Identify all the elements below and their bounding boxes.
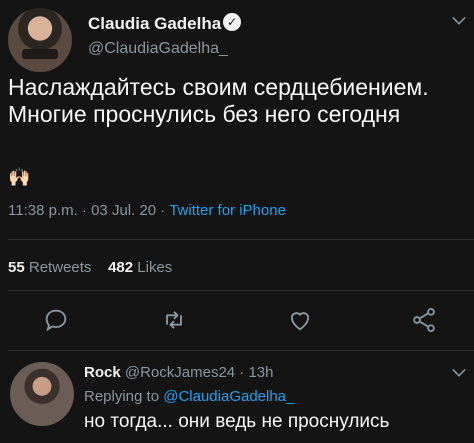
share-button[interactable]: [410, 306, 438, 334]
tweet-timestamp[interactable]: 11:38 p.m. · 03 Jul. 20 ·: [8, 202, 169, 219]
like-icon: [290, 312, 310, 331]
avatar-detail: [22, 49, 58, 59]
retweets-count[interactable]: 55: [8, 259, 25, 276]
divider: [8, 239, 474, 240]
reply-header: Rock @RockJames24 · 13h: [84, 364, 273, 381]
reply-icon: [45, 309, 67, 332]
verified-badge-icon: ✓: [223, 13, 241, 31]
reply-text: но тогда... они ведь не проснулись: [84, 411, 390, 432]
tweet-source-link[interactable]: Twitter for iPhone: [169, 202, 286, 219]
replying-prefix: Replying to: [84, 388, 164, 405]
divider: [8, 350, 474, 351]
author-handle[interactable]: @ClaudiaGadelha_: [88, 40, 228, 58]
chevron-down-icon[interactable]: [452, 11, 466, 25]
retweets-label[interactable]: Retweets: [29, 259, 92, 276]
reply-author-name[interactable]: Rock: [84, 364, 121, 381]
tweet-meta: 11:38 p.m. · 03 Jul. 20 · Twitter for iP…: [8, 202, 286, 219]
author-avatar[interactable]: [8, 8, 72, 72]
reply-author-avatar[interactable]: [10, 362, 74, 426]
raised-hands-emoji: 🙌🏻: [8, 167, 31, 187]
reply-handle-time[interactable]: @RockJames24 · 13h: [125, 364, 274, 381]
reply-button[interactable]: [42, 306, 70, 334]
retweet-button[interactable]: [160, 306, 188, 334]
divider: [8, 290, 474, 291]
chevron-down-icon[interactable]: [452, 363, 466, 377]
like-button[interactable]: [286, 306, 314, 334]
retweet-icon: [166, 311, 182, 329]
likes-count[interactable]: 482: [108, 259, 133, 276]
tweet-stats: 55 Retweets 482 Likes: [8, 259, 172, 276]
author-name[interactable]: Claudia Gadelha: [88, 14, 221, 34]
share-icon: [413, 307, 435, 333]
likes-label[interactable]: Likes: [137, 259, 172, 276]
tweet-text: Наслаждайтесь своим сердцебиением. Многи…: [8, 74, 429, 127]
replying-to-line: Replying to @ClaudiaGadelha_: [84, 388, 294, 405]
replying-to-handle[interactable]: @ClaudiaGadelha_: [163, 388, 294, 405]
